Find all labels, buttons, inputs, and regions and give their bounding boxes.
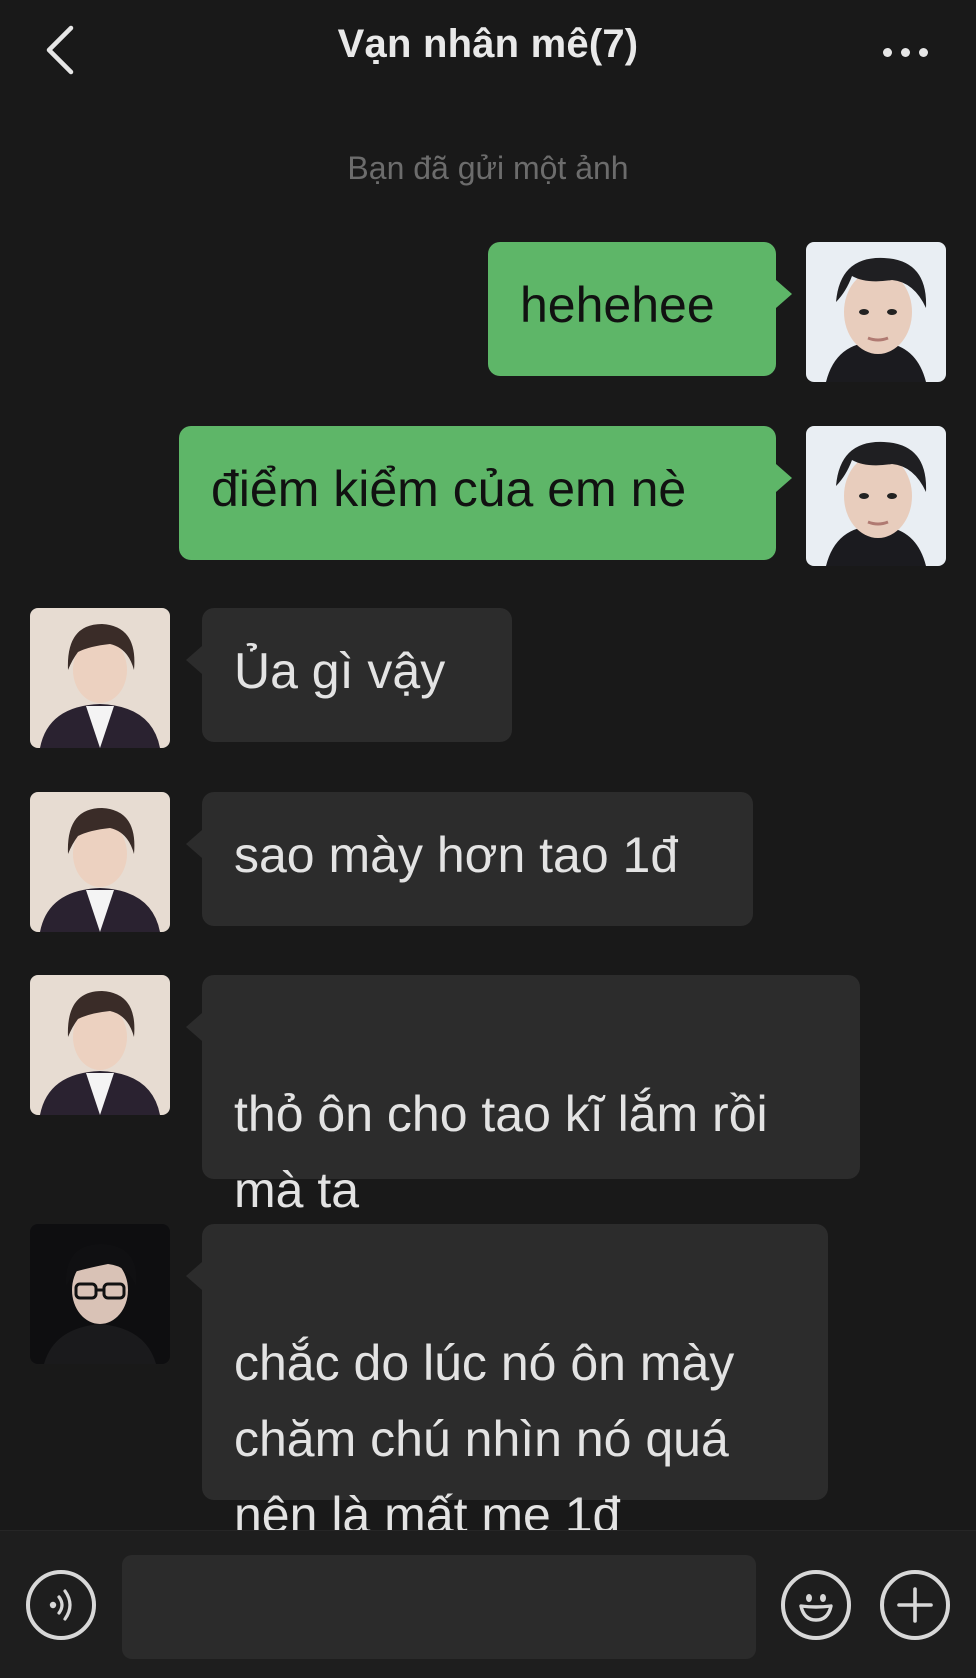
bubble-tail	[776, 464, 792, 492]
voice-icon	[49, 1589, 72, 1621]
message-text: sao mày hơn tao 1đ	[234, 827, 679, 883]
avatar[interactable]	[30, 792, 170, 932]
chat-header: Vạn nhân mê(7)	[0, 0, 976, 108]
system-note: Bạn đã gửi một ảnh	[347, 150, 629, 186]
emoji-icon	[799, 1594, 833, 1622]
more-options-button[interactable]	[870, 24, 940, 80]
bubble-tail	[186, 1013, 202, 1041]
message-bubble[interactable]: thỏ ôn cho tao kĩ lắm rồi mà ta	[202, 975, 860, 1218]
plus-icon	[897, 1587, 933, 1623]
message-input[interactable]	[122, 1555, 756, 1659]
chat-title: Vạn nhân mê(7)	[337, 22, 639, 66]
avatar[interactable]	[806, 242, 946, 382]
bubble-tail	[776, 280, 792, 308]
avatar[interactable]	[30, 1224, 170, 1364]
emoji-button[interactable]	[781, 1570, 851, 1640]
message-bubble[interactable]: sao mày hơn tao 1đ	[202, 792, 753, 926]
message-text: điểm kiểm của em nè	[211, 461, 687, 517]
message-text: thỏ ôn cho tao kĩ lắm rồi mà ta	[234, 1086, 768, 1218]
more-horizontal-icon	[882, 47, 892, 57]
voice-button[interactable]	[26, 1570, 96, 1640]
more-dot	[900, 47, 910, 57]
avatar[interactable]	[806, 426, 946, 566]
message-text: hehehee	[520, 277, 715, 333]
input-bar	[0, 1530, 976, 1678]
message-text: Ủa gì vậy	[234, 643, 446, 699]
message-bubble[interactable]: Ủa gì vậy	[202, 608, 512, 742]
plus-button[interactable]	[880, 1570, 950, 1640]
bubble-tail	[186, 1262, 202, 1290]
avatar[interactable]	[30, 975, 170, 1115]
message-text: chắc do lúc nó ôn mày chăm chú nhìn nó q…	[234, 1335, 735, 1543]
message-bubble[interactable]: hehehee	[488, 242, 776, 376]
more-dot	[918, 47, 928, 57]
message-bubble[interactable]: chắc do lúc nó ôn mày chăm chú nhìn nó q…	[202, 1224, 828, 1543]
bubble-tail	[186, 646, 202, 674]
bubble-tail	[186, 830, 202, 858]
message-bubble[interactable]: điểm kiểm của em nè	[179, 426, 776, 560]
avatar[interactable]	[30, 608, 170, 748]
